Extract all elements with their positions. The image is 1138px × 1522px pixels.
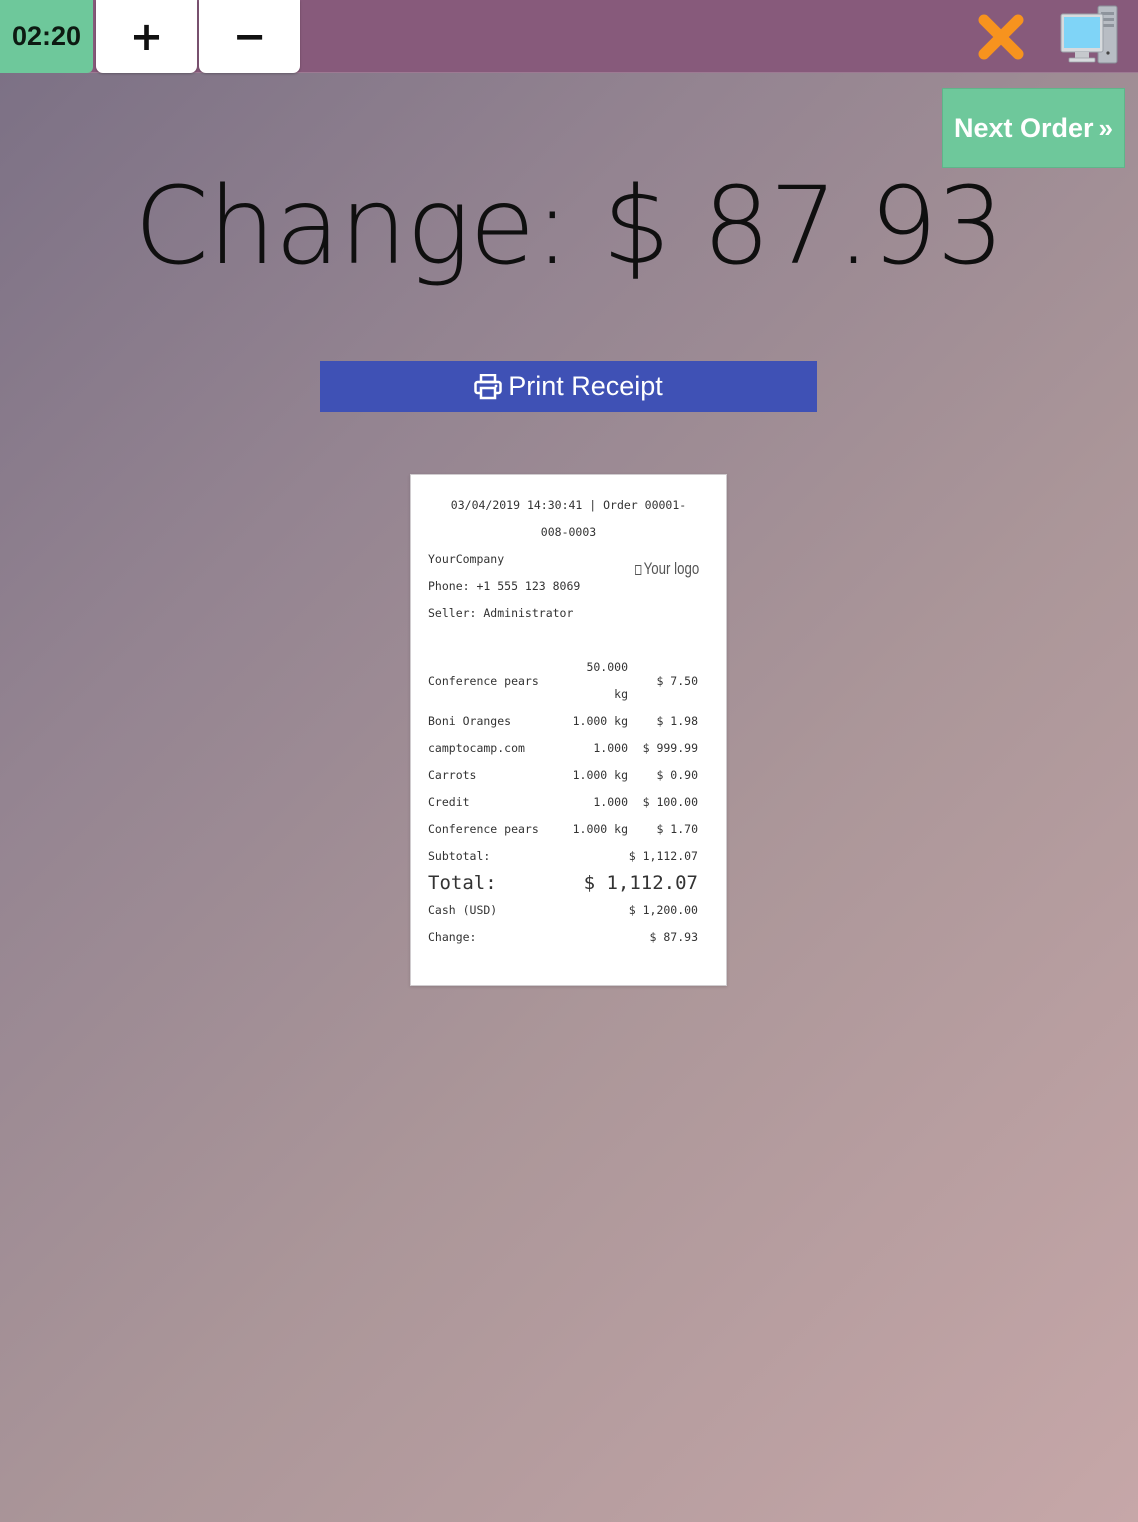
remove-order-button[interactable]: − bbox=[199, 0, 300, 73]
line-price: $ 1.70 bbox=[656, 822, 698, 836]
line-price: $ 0.90 bbox=[656, 768, 698, 782]
receipt-preview: 03/04/2019 14:30:41 | Order 00001-008-00… bbox=[410, 474, 727, 986]
line-price: $ 1.98 bbox=[656, 714, 698, 728]
image-icon bbox=[634, 565, 642, 575]
top-bar: 02:20 + − bbox=[0, 0, 1138, 73]
line-price: $ 999.99 bbox=[642, 741, 698, 755]
printer-icon bbox=[474, 373, 502, 399]
cash-value: $ 1,200.00 bbox=[628, 903, 698, 917]
line-product: Conference pears bbox=[428, 673, 539, 688]
receipt-cash-row: Cash (USD) $ 1,200.00 bbox=[428, 897, 698, 924]
receipt-line: Boni Oranges 1.000 kg $ 1.98 bbox=[428, 708, 698, 735]
add-order-button[interactable]: + bbox=[96, 0, 197, 73]
line-qty: 1.000 kg bbox=[572, 822, 628, 836]
computer-icon[interactable] bbox=[1058, 4, 1120, 66]
next-order-button[interactable]: Next Order » bbox=[942, 88, 1125, 168]
print-receipt-label: Print Receipt bbox=[508, 371, 663, 401]
timer-display[interactable]: 02:20 bbox=[0, 0, 93, 73]
close-icon[interactable] bbox=[978, 14, 1024, 60]
line-product: Boni Oranges bbox=[428, 714, 512, 728]
line-product: Carrots bbox=[428, 768, 477, 782]
receipt-line: Conference pears 1.000 kg $ 1.70 bbox=[428, 816, 698, 843]
change-value: $ 87.93 bbox=[649, 930, 698, 944]
receipt-subtotal-row: Subtotal: $ 1,112.07 bbox=[428, 843, 698, 870]
line-qty: 1.000 kg bbox=[572, 714, 628, 728]
company-logo-text: Your logo bbox=[643, 559, 699, 578]
subtotal-value: $ 1,112.07 bbox=[628, 849, 698, 863]
receipt-lines: Conference pears 50.000 kg $ 7.50 Boni O… bbox=[428, 654, 698, 843]
cash-label: Cash (USD) bbox=[428, 903, 498, 917]
receipt-change-row: Change: $ 87.93 bbox=[428, 924, 698, 951]
next-order-label: Next Order bbox=[953, 112, 1094, 143]
line-qty: 1.000 bbox=[593, 795, 628, 809]
receipt-header-line: 03/04/2019 14:30:41 | Order 00001-008-00… bbox=[450, 498, 687, 539]
line-qty: 1.000 kg bbox=[572, 768, 628, 782]
line-product: camptocamp.com bbox=[428, 741, 525, 755]
receipt-line: Conference pears 50.000 kg $ 7.50 bbox=[428, 654, 698, 708]
line-product: Conference pears bbox=[428, 822, 539, 836]
line-qty: 50.000 kg bbox=[586, 660, 628, 701]
change-amount-title: Change: $ 87.93 bbox=[134, 165, 1004, 289]
change-label: Change: bbox=[428, 930, 477, 944]
line-price: $ 100.00 bbox=[642, 795, 698, 809]
receipt-seller: Seller: Administrator bbox=[428, 606, 574, 620]
company-logo: Your logo bbox=[634, 559, 699, 579]
receipt-company-block: YourCompany Phone: +1 555 123 8069 Selle… bbox=[428, 546, 699, 627]
line-price: $ 7.50 bbox=[656, 673, 698, 688]
subtotal-label: Subtotal: bbox=[428, 849, 491, 863]
total-value: $ 1,112.07 bbox=[583, 872, 698, 894]
receipt-line: Credit 1.000 $ 100.00 bbox=[428, 789, 698, 816]
receipt-line: Carrots 1.000 kg $ 0.90 bbox=[428, 762, 698, 789]
receipt-total-row: Total: $ 1,112.07 bbox=[428, 870, 698, 897]
line-product: Credit bbox=[428, 795, 470, 809]
line-qty: 1.000 bbox=[593, 741, 628, 755]
total-label: Total: bbox=[428, 872, 497, 894]
receipt-line: camptocamp.com 1.000 $ 999.99 bbox=[428, 735, 698, 762]
double-chevron-right-icon: » bbox=[1098, 112, 1114, 143]
print-receipt-button[interactable]: Print Receipt bbox=[320, 361, 817, 412]
